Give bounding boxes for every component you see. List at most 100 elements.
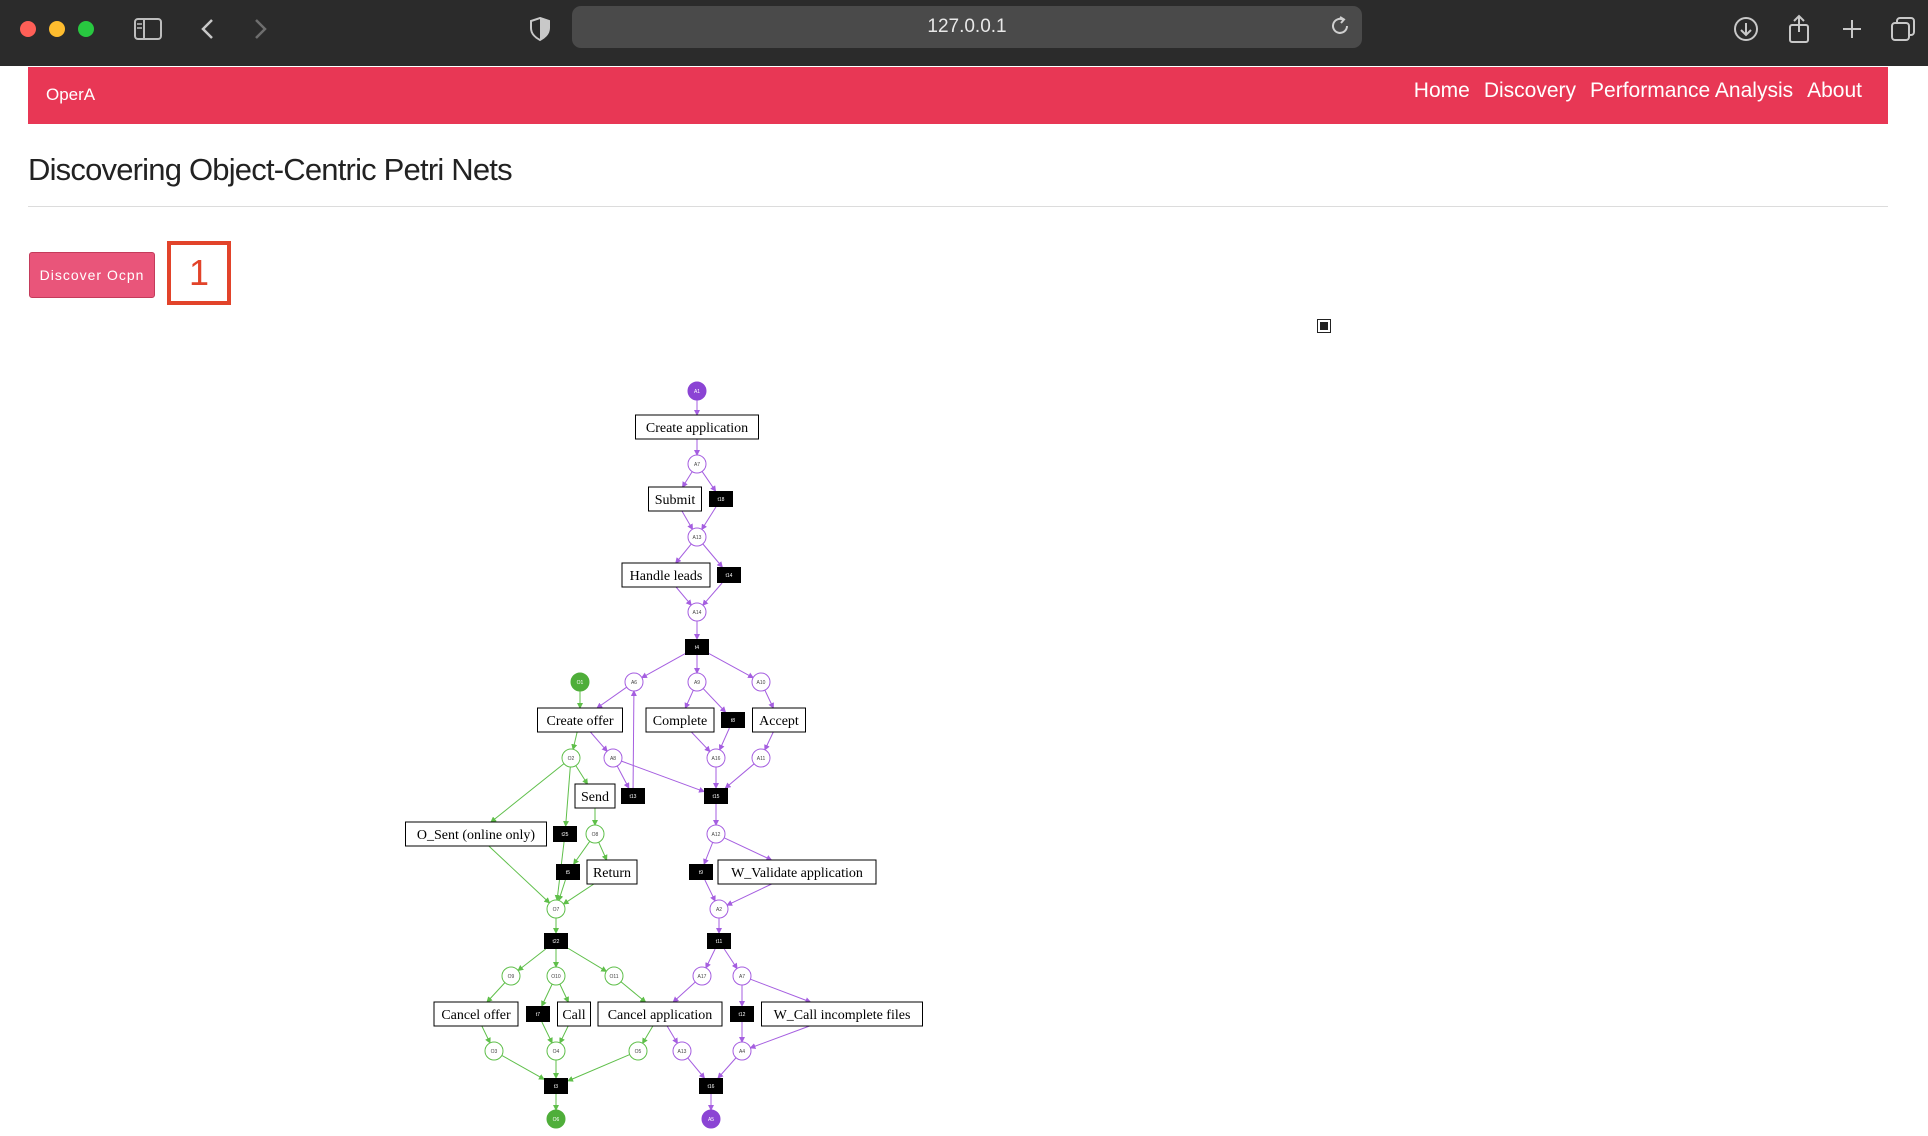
- place-label-A7a: A7: [694, 462, 700, 468]
- transition-label-t_cancel_app: Cancel application: [608, 1008, 713, 1023]
- silent-transition-label-s4: t8: [731, 718, 735, 724]
- silent-transition-label-s7: t25: [562, 832, 569, 838]
- place-label-A6: A6: [631, 680, 637, 686]
- transition-label-t_wval: W_Validate application: [731, 866, 863, 881]
- arc-A11-to-s6: [724, 763, 755, 789]
- silent-transition-label-s6: t15: [713, 794, 720, 800]
- transition-label-t_cancel_offer: Cancel offer: [441, 1008, 511, 1023]
- arc-s11-to-A7b: [723, 948, 738, 970]
- transition-label-t_create_offer: Create offer: [547, 714, 614, 729]
- transition-label-t_osent: O_Sent (online only): [417, 828, 536, 843]
- arc-t_wval-to-A2: [726, 883, 772, 906]
- arc-s4-to-A16: [718, 727, 730, 751]
- silent-transition-label-s3: t4: [695, 645, 699, 651]
- arc-A12-to-s9: [703, 842, 714, 865]
- place-label-O10: O10: [551, 974, 561, 980]
- place-label-O1: O1: [577, 680, 584, 686]
- arc-t_create_offer-to-O2: [571, 731, 578, 751]
- arc-s3-to-A6: [640, 653, 686, 679]
- silent-transition-label-s1: t18: [718, 497, 725, 503]
- arc-A10-to-t_accept: [764, 689, 774, 709]
- arc-s1-to-A13a: [701, 506, 717, 531]
- arc-s3-to-A10: [708, 653, 754, 679]
- arc-s9-to-A2: [704, 879, 716, 902]
- transition-label-t_submit: Submit: [655, 493, 696, 508]
- arc-t_hl-to-A14: [675, 586, 692, 606]
- place-label-O8: O8: [592, 832, 599, 838]
- transition-label-t_complete: Complete: [653, 714, 707, 729]
- arc-s5-to-A6: [630, 689, 637, 789]
- arc-s10-to-O11: [567, 947, 608, 972]
- arc-t_return-to-O7: [562, 883, 595, 905]
- arc-O2-to-t_osent: [490, 763, 565, 823]
- arc-A8-to-s6: [621, 760, 705, 793]
- arc-O9-to-t_cancel_offer: [486, 982, 506, 1003]
- arc-t_cancel_offer-to-O3: [481, 1025, 491, 1044]
- place-label-A5: A5: [708, 1117, 714, 1123]
- arc-t_cancel_app-to-O5: [642, 1025, 654, 1045]
- arc-A7b-to-t_wcall: [750, 978, 812, 1004]
- silent-transition-label-s5: t13: [630, 794, 637, 800]
- place-label-A14: A14: [693, 610, 702, 616]
- silent-transition-label-s12: t7: [536, 1012, 540, 1018]
- arc-A13b-to-s15: [687, 1057, 706, 1079]
- arc-s11-to-A17: [705, 948, 716, 969]
- arc-O2-to-t_send: [575, 765, 588, 785]
- place-label-A13b: A13: [678, 1049, 687, 1055]
- petri-net-graph: A1 A7 A13 A14 O1 A6 A9 A10 O2 A8 A16 A11 O8 A12 O7 A2 O9…: [405, 381, 923, 1129]
- place-label-A7b: A7: [739, 974, 745, 980]
- arc-O3-to-s14: [501, 1054, 545, 1080]
- transition-label-t_return: Return: [593, 866, 631, 881]
- transition-label-t_hl: Handle leads: [630, 569, 703, 584]
- arc-t_osent-to-O7: [488, 845, 551, 904]
- silent-transition-label-s9: t9: [699, 870, 703, 876]
- arc-A12-to-t_wval: [723, 837, 773, 861]
- arc-A8-to-s5: [616, 765, 630, 789]
- place-label-A8: A8: [610, 756, 616, 762]
- arc-t_wcall-to-A4: [749, 1025, 810, 1049]
- arc-O5-to-s14: [567, 1054, 630, 1082]
- arc-O11-to-t_cancel_app: [620, 981, 647, 1003]
- place-label-O5: O5: [635, 1049, 642, 1055]
- place-label-A4: A4: [739, 1049, 745, 1055]
- place-label-A13a: A13: [693, 535, 702, 541]
- silent-transition-label-s14: t3: [554, 1084, 558, 1090]
- place-label-A16: A16: [712, 756, 721, 762]
- arc-A17-to-t_cancel_app: [672, 981, 696, 1003]
- place-label-A11: A11: [757, 756, 766, 762]
- arc-s10-to-O9: [517, 948, 547, 972]
- silent-transition-label-s11: t11: [716, 939, 723, 945]
- arc-A9-to-t_complete: [684, 690, 694, 709]
- transition-label-t_call: Call: [562, 1008, 585, 1023]
- transition-label-t_wcall: W_Call incomplete files: [774, 1008, 911, 1023]
- arc-A7a-to-s1: [701, 471, 717, 492]
- transition-label-t_accept: Accept: [759, 714, 799, 729]
- arc-A4-to-s15: [717, 1057, 737, 1079]
- place-label-A9: A9: [694, 680, 700, 686]
- arc-s12-to-O4: [541, 1021, 553, 1044]
- place-label-O9: O9: [508, 974, 515, 980]
- arc-O10-to-t_call: [559, 983, 569, 1003]
- arc-t_complete-to-A16: [691, 731, 711, 753]
- place-label-O6: O6: [553, 1117, 560, 1123]
- silent-transition-label-s10: t22: [553, 939, 560, 945]
- place-label-A10: A10: [757, 680, 766, 686]
- place-label-O3: O3: [491, 1049, 498, 1055]
- silent-transition-label-s15: t16: [708, 1084, 715, 1090]
- place-label-O4: O4: [553, 1049, 560, 1055]
- place-label-A1: A1: [694, 389, 700, 395]
- silent-transition-label-s13: t12: [739, 1012, 746, 1018]
- arc-t_submit-to-A13a: [681, 510, 693, 531]
- transition-label-t_send: Send: [581, 790, 609, 805]
- arc-O10-to-s12: [541, 983, 553, 1007]
- silent-transition-label-s8: t5: [566, 870, 570, 876]
- arc-t_accept-to-A11: [764, 731, 774, 751]
- arc-A6-to-t_create_offer: [596, 686, 627, 709]
- place-label-O11: O11: [609, 974, 618, 980]
- arc-A13a-to-t_hl: [675, 543, 692, 564]
- silent-transition-label-s2: t14: [726, 573, 733, 579]
- arc-A7a-to-t_submit: [682, 471, 693, 488]
- arc-t_call-to-O4: [559, 1025, 569, 1044]
- arc-s8-to-O7: [557, 879, 566, 902]
- arc-t_create_offer-to-A8: [590, 731, 608, 752]
